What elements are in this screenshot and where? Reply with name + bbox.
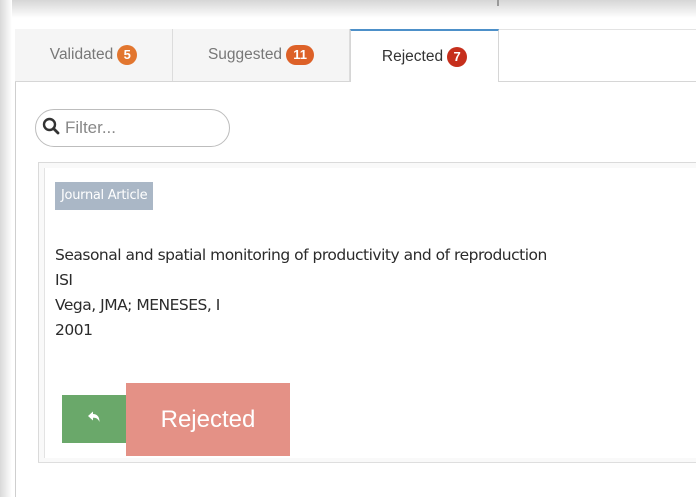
left-shadow (0, 0, 12, 497)
record-authors: Vega, JMA; MENESES, I (55, 296, 220, 314)
app-frame: Validated 5 Suggested 11 Rejected 7 Jour… (0, 0, 696, 497)
card-separator (38, 462, 696, 463)
tab-rejected-label: Rejected (381, 47, 444, 65)
tab-suggested[interactable]: Suggested 11 (173, 29, 350, 81)
tab-suggested-label: Suggested (207, 46, 283, 63)
top-shadow (0, 0, 696, 18)
top-divider-mark (497, 0, 499, 6)
record-source: ISI (55, 271, 73, 289)
rejected-status-button[interactable]: Rejected (126, 383, 290, 456)
validated-count-badge: 5 (117, 45, 138, 65)
tab-rejected[interactable]: Rejected 7 (350, 29, 499, 82)
filter-box[interactable] (35, 109, 230, 147)
record-type-label: Journal Article (55, 182, 154, 210)
filter-input[interactable] (63, 117, 207, 139)
record-title[interactable]: Seasonal and spatial monitoring of produ… (55, 246, 547, 264)
suggested-count-badge: 11 (286, 45, 315, 65)
record-year: 2001 (55, 321, 93, 339)
search-icon (42, 117, 60, 140)
rejected-count-badge: 7 (447, 46, 468, 67)
undo-button[interactable] (62, 395, 126, 443)
undo-arrow-icon (87, 410, 101, 429)
tab-validated[interactable]: Validated 5 (15, 29, 173, 81)
tab-validated-label: Validated (49, 46, 114, 63)
tab-bar: Validated 5 Suggested 11 Rejected 7 (15, 29, 696, 82)
